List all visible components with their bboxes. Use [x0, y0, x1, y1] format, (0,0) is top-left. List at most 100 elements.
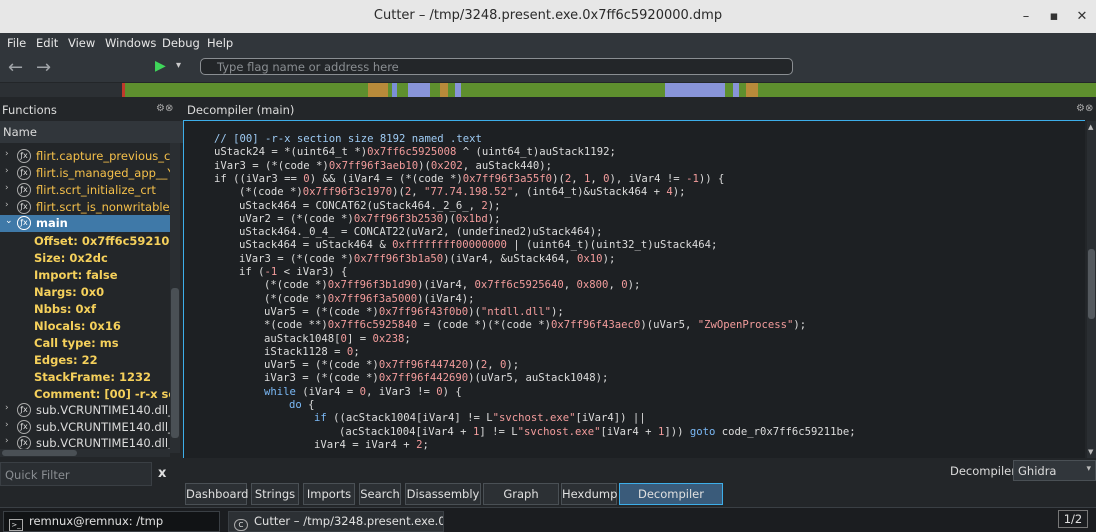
functions-column-header[interactable]: Name	[0, 121, 183, 143]
tab-imports[interactable]: Imports	[303, 483, 355, 505]
code-line[interactable]: if ((iVar3 == 0) && (iVar4 = (*(code *)0…	[214, 173, 724, 186]
expand-arrow-icon[interactable]: ›	[5, 200, 9, 210]
quick-filter-clear-button[interactable]: x	[158, 466, 166, 481]
function-item[interactable]: › ƒx flirt.capture_previous_con	[0, 148, 170, 165]
tab-search[interactable]: Search	[359, 483, 401, 505]
code-token: 0xffffffff00000000	[392, 239, 507, 252]
panel-settings-close-icon[interactable]: ⚙⊗	[1076, 103, 1093, 114]
tab-strings[interactable]: Strings	[251, 483, 299, 505]
code-line[interactable]: *(code **)0x7ff6c5925840 = (code *)(*(co…	[264, 319, 806, 332]
function-property: StackFrame: 1232	[0, 369, 170, 386]
code-token: )) {	[698, 172, 725, 185]
expand-arrow-icon[interactable]: ›	[5, 166, 9, 176]
flag-address-input[interactable]: Type flag name or address here	[200, 58, 793, 75]
code-line[interactable]: if ((acStack1004[iVar4] != L"svchost.exe…	[314, 412, 646, 425]
code-token: while	[264, 385, 296, 398]
code-line[interactable]: (*(code *)0x7ff96f3b1d90)(iVar4, 0x7ff6c…	[264, 279, 640, 292]
functions-vertical-scrollbar[interactable]	[170, 143, 180, 453]
code-line[interactable]: (*(code *)0x7ff96f3a5000)(iVar4);	[264, 293, 474, 306]
scrollbar-thumb[interactable]	[2, 450, 77, 456]
menu-file[interactable]: File	[7, 36, 26, 50]
tab-graph-main[interactable]: Graph (main)	[483, 483, 559, 521]
scroll-down-icon[interactable]: ▼	[1088, 448, 1093, 456]
code-token: 0x7ff96f43aec0	[551, 319, 641, 332]
taskbar-terminal[interactable]: >_ remnux@remnux: /tmp	[3, 511, 220, 532]
code-line[interactable]: uStack24 = *(uint64_t *)0x7ff6c5925008 ^…	[214, 146, 616, 159]
code-token: (acStack1004[iVar4 +	[339, 425, 473, 438]
run-play-icon[interactable]: ▶	[155, 58, 166, 74]
address-navigation-bar[interactable]	[0, 83, 1096, 97]
close-button[interactable]: ✕	[1072, 7, 1092, 27]
code-token: auStack1048[	[264, 332, 341, 345]
code-line[interactable]: iVar3 = (*(code *)0x7ff96f3b1a50)(iVar4,…	[239, 253, 615, 266]
menu-help[interactable]: Help	[207, 36, 233, 50]
menu-edit[interactable]: Edit	[36, 36, 58, 50]
tab-hexdump[interactable]: Hexdump	[561, 483, 617, 505]
code-line[interactable]: while (iVar4 = 0, iVar3 != 0) {	[264, 386, 462, 399]
code-line[interactable]: uVar5 = (*(code *)0x7ff96f447420)(2, 0);	[264, 359, 519, 372]
forward-arrow-icon[interactable]: →	[36, 57, 51, 78]
code-line[interactable]: (*(code *)0x7ff96f3c1970)(2, "77.74.198.…	[239, 186, 686, 199]
menu-debug[interactable]: Debug	[162, 36, 200, 50]
quick-filter-input[interactable]: Quick Filter	[0, 462, 152, 486]
property-import: Import: false	[34, 268, 118, 282]
code-token: );	[551, 305, 564, 318]
code-line[interactable]: iVar4 = iVar4 + 2;	[314, 439, 429, 452]
maximize-button[interactable]: ▪	[1044, 7, 1064, 27]
code-line[interactable]: iVar3 = (*(code *)0x7ff96f442690)(uVar5,…	[264, 372, 608, 385]
code-line[interactable]: uVar2 = (*(code *)0x7ff96f3b2530)(0x1bd)…	[239, 213, 501, 226]
function-name: sub.VCRUNTIME140.dll__	[36, 420, 170, 434]
workspace-pager[interactable]: 1/2	[1058, 510, 1088, 528]
functions-horizontal-scrollbar[interactable]	[0, 449, 170, 457]
menu-view[interactable]: View	[68, 36, 95, 50]
expand-arrow-icon[interactable]: ›	[5, 149, 9, 159]
minimize-button[interactable]: –	[1016, 7, 1036, 27]
tab-dashboard[interactable]: Dashboard	[185, 483, 248, 505]
function-item-main[interactable]: ⌄ ƒx main	[0, 215, 170, 232]
function-item[interactable]: › ƒx flirt.scrt_initialize_crt	[0, 182, 170, 199]
code-line[interactable]: uStack464 = CONCAT62(uStack464._2_6_, 2)…	[239, 200, 501, 213]
code-vertical-scrollbar[interactable]: ▲ ▼	[1087, 121, 1096, 458]
code-line[interactable]: auStack1048[0] = 0x238;	[264, 333, 411, 346]
code-line[interactable]: uVar5 = (*(code *)0x7ff96f43f0b0)("ntdll…	[264, 306, 564, 319]
code-token: {	[301, 399, 315, 411]
code-line[interactable]: iVar3 = (*(code *)0x7ff96f3aeb10)(0x202,…	[214, 160, 552, 173]
back-arrow-icon[interactable]: ←	[8, 57, 23, 78]
code-token: ;	[422, 438, 429, 451]
expand-arrow-icon[interactable]: ›	[5, 183, 9, 193]
tab-disassembly[interactable]: Disassembly	[405, 483, 481, 505]
panel-settings-close-icon[interactable]: ⚙⊗	[156, 103, 173, 114]
code-line[interactable]: uStack464._0_4_ = CONCAT22(uVar2, (undef…	[239, 226, 603, 239]
decompiled-code-view[interactable]: // [00] -r-x section size 8192 named .te…	[183, 120, 1085, 458]
code-token: ,	[608, 279, 622, 292]
code-line[interactable]: // [00] -r-x section size 8192 named .te…	[214, 133, 482, 146]
function-item[interactable]: › ƒx sub.VCRUNTIME140.dll__	[0, 419, 170, 436]
collapse-arrow-icon[interactable]: ⌄	[5, 216, 13, 226]
code-line[interactable]: iStack1128 = 0;	[264, 346, 360, 359]
tab-decompiler-main[interactable]: Decompiler (main)	[619, 483, 723, 521]
property-edges: Edges: 22	[34, 353, 98, 367]
function-item[interactable]: › ƒx flirt.is_managed_app__YA_	[0, 165, 170, 182]
function-item[interactable]: › ƒx sub.VCRUNTIME140.dll_m	[0, 435, 170, 449]
code-line[interactable]: if (-1 < iVar3) {	[239, 266, 347, 279]
name-column-label: Name	[3, 125, 37, 139]
expand-arrow-icon[interactable]: ›	[5, 436, 9, 446]
expand-arrow-icon[interactable]: ›	[5, 403, 9, 413]
function-item[interactable]: › ƒx flirt.scrt_is_nonwritable_in	[0, 199, 170, 216]
code-token: ,	[590, 172, 604, 185]
scroll-up-icon[interactable]: ▲	[1088, 123, 1093, 131]
scrollbar-thumb[interactable]	[171, 288, 179, 438]
taskbar-cutter[interactable]: C Cutter – /tmp/3248.present.exe.0x...	[228, 511, 444, 532]
menu-windows[interactable]: Windows	[105, 36, 156, 50]
code-token: uVar5 = (*(code *)	[264, 305, 379, 318]
run-menu-chevron-icon[interactable]: ▾	[176, 60, 181, 71]
code-line[interactable]: uStack464 = uStack464 & 0xffffffff000000…	[239, 239, 717, 252]
decompiler-panel: Decompiler (main) ⚙⊗ // [00] -r-x sectio…	[183, 101, 1096, 461]
function-item[interactable]: › ƒx sub.VCRUNTIME140.dll__	[0, 402, 170, 419]
code-line[interactable]: (acStack1004[iVar4 + 1] != L"svchost.exe…	[339, 426, 856, 439]
scrollbar-thumb[interactable]	[1088, 249, 1095, 319]
decompiler-select[interactable]: Ghidra ▾	[1013, 460, 1096, 481]
code-line[interactable]: do {	[289, 399, 315, 412]
expand-arrow-icon[interactable]: ›	[5, 420, 9, 430]
navbar-segment	[665, 83, 725, 97]
